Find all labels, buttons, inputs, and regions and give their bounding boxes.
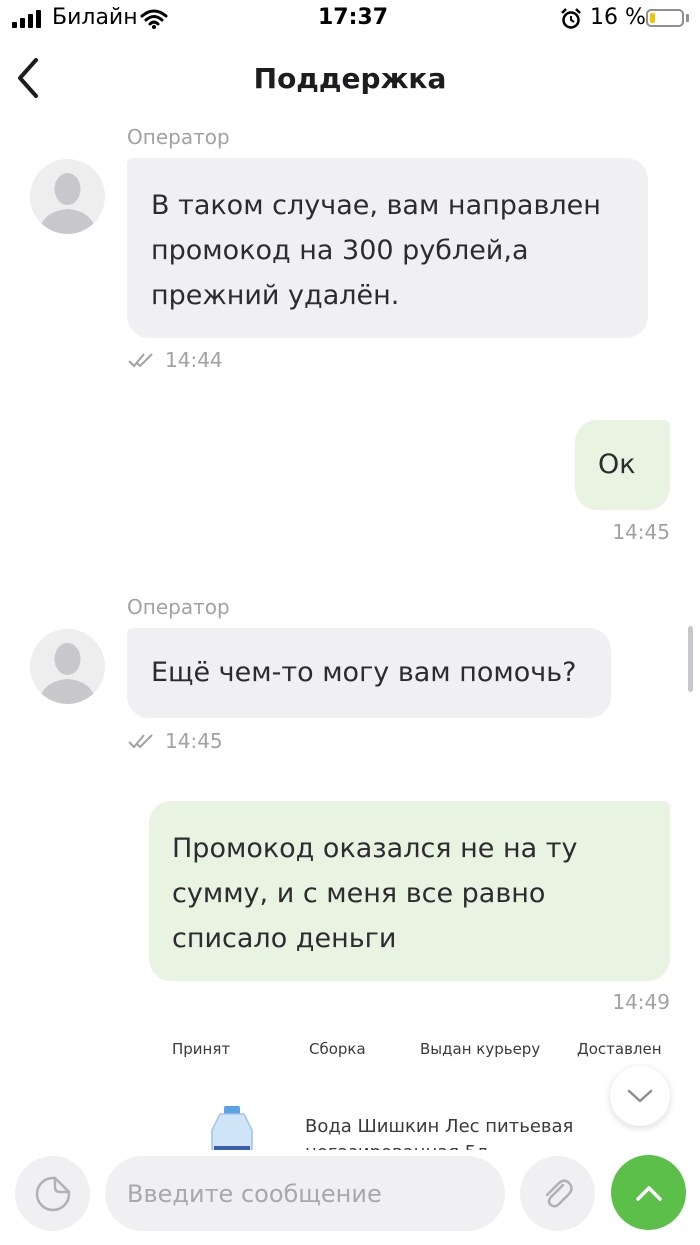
message-bubble-user: Ок (575, 420, 670, 510)
message-line: В таком случае, вам направлен (151, 190, 601, 221)
sticker-icon (35, 1176, 70, 1211)
scroll-down-button[interactable] (610, 1066, 670, 1126)
message-line: Ещё чем-то могу вам помочь? (151, 657, 577, 688)
chevron-up-icon (635, 1185, 662, 1201)
message-time: 14:45 (165, 729, 223, 753)
message-line: списало деньги (172, 923, 397, 954)
chevron-down-icon (627, 1089, 653, 1103)
double-check-icon (128, 353, 153, 368)
order-step: Сборка (309, 1040, 366, 1058)
product-name-line: негазированная 5л (305, 1140, 573, 1150)
paperclip-icon (545, 1179, 573, 1208)
chat-area[interactable]: Оператор В таком случае, вам направлен п… (0, 120, 700, 1150)
attach-button[interactable] (520, 1156, 595, 1231)
send-button[interactable] (611, 1155, 686, 1230)
product-image (200, 1102, 264, 1150)
product-name-line: Вода Шишкин Лес питьевая (305, 1116, 574, 1137)
sticker-button[interactable] (15, 1156, 90, 1231)
avatar (30, 159, 105, 234)
message-line: промокод на 300 рублей,а (151, 235, 529, 266)
composer-bar (0, 1150, 700, 1245)
product-name: Вода Шишкин Лес питьевая негазированная … (305, 1114, 573, 1150)
message-bubble-operator: В таком случае, вам направлен промокод н… (127, 158, 648, 338)
header: Поддержка (0, 40, 700, 120)
sender-label: Оператор (127, 125, 230, 149)
message-input-wrapper (105, 1156, 505, 1231)
message-bubble-user: Промокод оказался не на ту сумму, и с ме… (149, 801, 670, 981)
order-step: Выдан курьеру (420, 1040, 541, 1058)
status-bar: Билайн 17:37 16 % (0, 0, 700, 40)
avatar (30, 629, 105, 704)
battery-fill (650, 13, 655, 23)
double-check-icon (128, 734, 153, 749)
battery-percent: 16 % (590, 5, 646, 30)
alarm-icon (561, 8, 581, 29)
message-bubble-operator: Ещё чем-то могу вам помочь? (127, 628, 611, 718)
message-line: Ок (598, 449, 636, 480)
scrollbar[interactable] (688, 626, 693, 692)
water-bottle-icon (211, 1106, 253, 1150)
order-card[interactable]: Принят Сборка Выдан курьеру Доставлен Во… (150, 1030, 675, 1150)
message-input[interactable] (105, 1156, 505, 1231)
order-step: Принят (172, 1040, 231, 1058)
message-line: Промокод оказался не на ту (172, 833, 578, 864)
carrier-name: Билайн (52, 5, 138, 30)
user-avatar-icon (38, 643, 97, 704)
message-time: 14:44 (165, 348, 223, 372)
message-line: сумму, и с меня все равно (172, 878, 546, 909)
wifi-icon (140, 9, 168, 29)
signal-icon (12, 10, 44, 28)
battery-icon (646, 9, 684, 27)
clock: 17:37 (318, 5, 389, 30)
message-time: 14:45 (612, 520, 670, 544)
sender-label: Оператор (127, 595, 230, 619)
order-step: Доставлен (577, 1040, 662, 1058)
message-line: прежний удалён. (151, 280, 400, 311)
page-title: Поддержка (253, 62, 447, 95)
message-time: 14:49 (612, 990, 670, 1014)
user-avatar-icon (38, 173, 97, 234)
